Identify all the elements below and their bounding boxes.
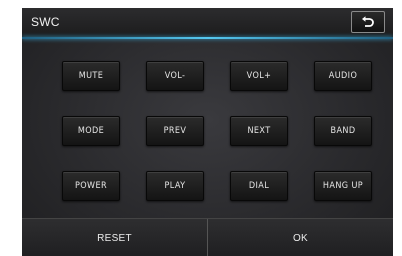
back-button[interactable]	[351, 11, 385, 33]
dial-button[interactable]: DIAL	[230, 171, 288, 201]
swc-screen: SWC MUTE VOL- VOL+ AUDIO MODE PREV NEXT …	[22, 8, 393, 256]
play-button[interactable]: PLAY	[146, 171, 204, 201]
previous-button[interactable]: PREV	[146, 116, 204, 146]
reset-button[interactable]: RESET	[22, 219, 207, 256]
volume-down-button[interactable]: VOL-	[146, 61, 204, 91]
mute-button[interactable]: MUTE	[62, 61, 120, 91]
power-button[interactable]: POWER	[62, 171, 120, 201]
hang-up-button[interactable]: HANG UP	[314, 171, 372, 201]
band-button[interactable]: BAND	[314, 116, 372, 146]
ok-button[interactable]: OK	[208, 219, 393, 256]
page-title: SWC	[31, 15, 60, 29]
return-arrow-icon	[362, 15, 374, 27]
mode-button[interactable]: MODE	[62, 116, 120, 146]
accent-divider	[22, 37, 393, 39]
bottom-action-bar: RESET OK	[22, 218, 393, 256]
title-bar: SWC	[22, 8, 393, 37]
volume-up-button[interactable]: VOL+	[230, 61, 288, 91]
steering-key-grid: MUTE VOL- VOL+ AUDIO MODE PREV NEXT BAND…	[62, 61, 372, 201]
audio-button[interactable]: AUDIO	[314, 61, 372, 91]
next-button[interactable]: NEXT	[230, 116, 288, 146]
